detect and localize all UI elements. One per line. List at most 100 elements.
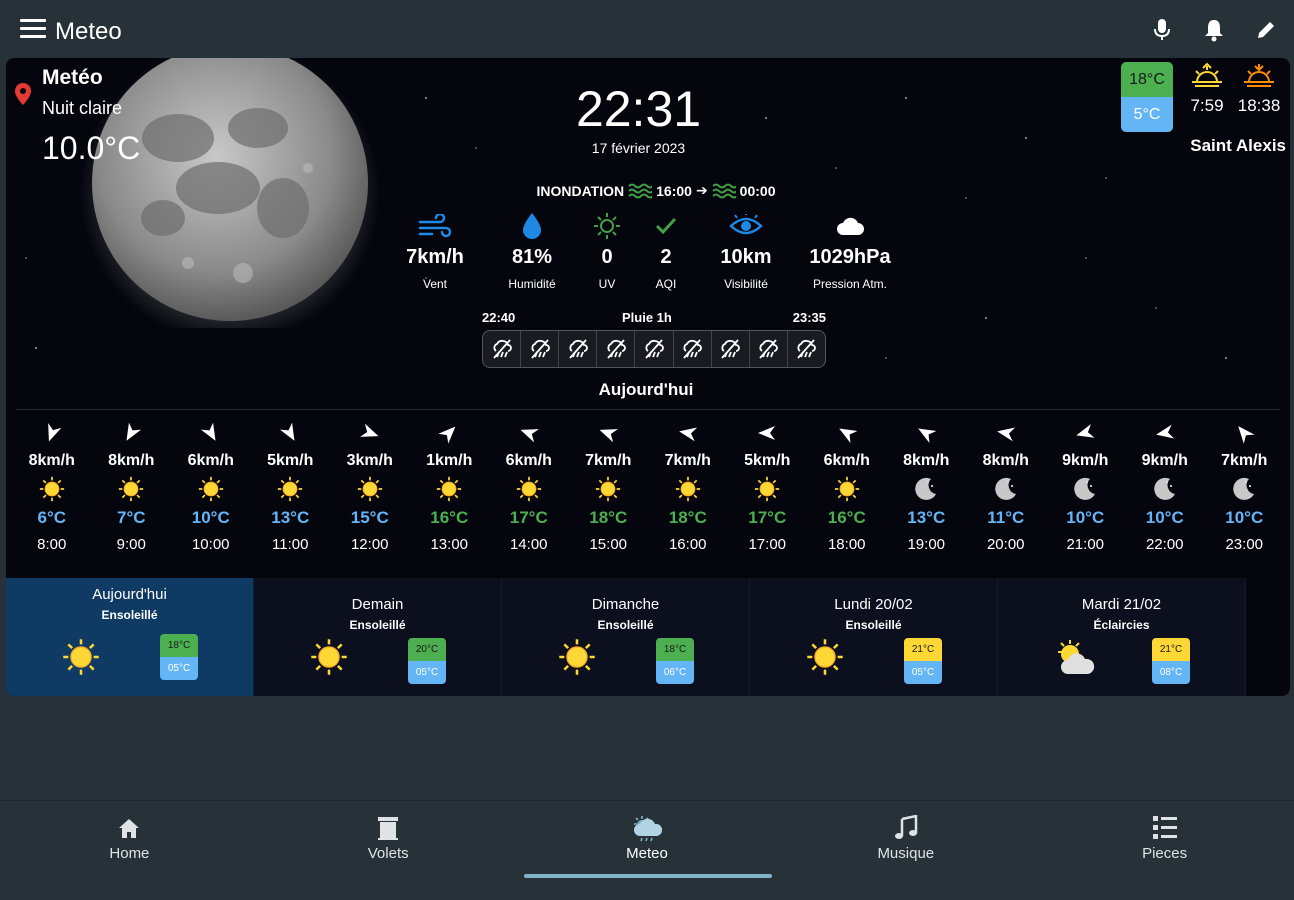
clock-date: 17 février 2023: [591, 140, 686, 156]
day-name: Mardi 21/02: [1081, 596, 1162, 613]
day-condition: Ensoleillé: [101, 608, 158, 622]
wind-direction-arrow-icon: [597, 418, 619, 448]
hourly-wind-speed: 8km/h: [903, 452, 950, 469]
sun-icon: [62, 638, 100, 681]
nav-label: Meteo: [626, 845, 668, 862]
hourly-wind-speed: 7km/h: [664, 452, 711, 469]
hourly-wind-speed: 9km/h: [1062, 452, 1109, 469]
flood-alert[interactable]: INONDATION 16:00 ➔ 00:00: [486, 182, 826, 199]
nav-label: Home: [109, 845, 150, 862]
hourly-wind-speed: 5km/h: [744, 452, 791, 469]
alert-end: 00:00: [739, 182, 776, 199]
nav-volets[interactable]: Volets: [259, 801, 518, 900]
hourly-time: 14:00: [509, 536, 548, 553]
daily-item[interactable]: Aujourd'hui Ensoleillé 18°C 05°C: [6, 578, 254, 696]
hourly-temperature: 10°C: [1066, 508, 1105, 527]
nav-label: Pieces: [1142, 845, 1188, 862]
hourly-item: 3km/h 15°C 12:00: [330, 418, 410, 574]
eye-icon: [729, 214, 763, 235]
day-low: 05°C: [904, 661, 942, 684]
current-metrics: 7km/h Vent 81% Humidité 0 UV 2 AQI 10km …: [390, 208, 910, 291]
hourly-temperature: 16°C: [430, 508, 469, 527]
sun-icon: [277, 472, 303, 506]
daily-item[interactable]: Mardi 21/02 Éclaircies 21°C 08°C: [998, 578, 1246, 696]
hourly-time: 22:00: [1145, 536, 1184, 553]
cloud-icon: [837, 217, 864, 235]
wind-direction-arrow-icon: [120, 418, 142, 448]
hourly-time: 9:00: [116, 536, 146, 553]
wind-direction-arrow-icon: [41, 418, 63, 448]
day-name: Aujourd'hui: [92, 586, 167, 603]
hourly-item: 7km/h 18°C 16:00: [648, 418, 728, 574]
daily-item[interactable]: Dimanche Ensoleillé 18°C 06°C: [502, 578, 750, 696]
hourly-temperature: 17°C: [748, 508, 787, 527]
day-name: Lundi 20/02: [834, 596, 913, 613]
day-high: 21°C: [1152, 638, 1190, 661]
wind-direction-arrow-icon: [756, 418, 778, 448]
no-rain-icon: [483, 331, 522, 367]
sun-icon: [754, 472, 780, 506]
flood-icon: [628, 183, 653, 198]
day-low: 05°C: [160, 657, 198, 680]
hourly-temperature: 6°C: [37, 508, 67, 527]
bell-icon[interactable]: [1200, 16, 1228, 44]
location-pin-icon: [15, 83, 31, 105]
alert-label: INONDATION: [536, 182, 625, 199]
daily-forecast: Aujourd'hui Ensoleillé 18°C 05°C Demain …: [6, 578, 1246, 696]
wind-direction-arrow-icon: [279, 418, 301, 448]
hourly-wind-speed: 8km/h: [108, 452, 155, 469]
hourly-item: 9km/h 10°C 21:00: [1046, 418, 1126, 574]
microphone-icon[interactable]: [1148, 16, 1176, 44]
pencil-icon[interactable]: [1252, 16, 1280, 44]
day-low: 08°C: [1152, 661, 1190, 684]
wind-direction-arrow-icon: [518, 418, 540, 448]
partly-cloudy-icon: [1054, 638, 1098, 683]
alert-start: 16:00: [656, 182, 692, 199]
hourly-item: 6km/h 16°C 18:00: [807, 418, 887, 574]
hourly-item: 6km/h 17°C 14:00: [489, 418, 569, 574]
hourly-temperature: 17°C: [509, 508, 548, 527]
sun-icon: [675, 472, 701, 506]
no-rain-icon: [674, 331, 712, 367]
list-icon: [1151, 813, 1179, 843]
nav-meteo[interactable]: Meteo: [518, 801, 777, 900]
metric-uv: 0 UV: [584, 208, 630, 291]
hourly-wind-speed: 1km/h: [426, 452, 473, 469]
today-low: 5°C: [1121, 97, 1173, 132]
rain-start-time: 22:40: [482, 310, 516, 325]
nav-musique[interactable]: Musique: [776, 801, 1035, 900]
nav-pieces[interactable]: Pieces: [1035, 801, 1294, 900]
current-condition: Nuit claire: [42, 98, 123, 118]
hourly-item: 7km/h 18°C 15:00: [569, 418, 649, 574]
hourly-time: 19:00: [907, 536, 946, 553]
day-name: Demain: [351, 596, 404, 613]
moon-icon: [1152, 472, 1178, 506]
top-actions: [1148, 16, 1280, 44]
daily-item[interactable]: Demain Ensoleillé 20°C 05°C: [254, 578, 502, 696]
no-rain-icon: [635, 331, 674, 367]
wind-direction-arrow-icon: [836, 418, 858, 448]
sun-icon: [558, 638, 596, 681]
app-bar: Meteo: [0, 0, 1294, 58]
hourly-forecast[interactable]: 8km/h 6°C 8:00 8km/h 7°C 9:00 6km/h 10°C…: [12, 418, 1284, 574]
moon-icon: [913, 472, 939, 506]
daily-item[interactable]: Lundi 20/02 Ensoleillé 21°C 05°C: [750, 578, 998, 696]
hourly-wind-speed: 7km/h: [1221, 452, 1268, 469]
metric-wind: 7km/h Vent: [390, 208, 480, 291]
hourly-wind-speed: 9km/h: [1141, 452, 1188, 469]
hourly-time: 16:00: [668, 536, 707, 553]
day-condition: Éclaircies: [1093, 618, 1150, 632]
hourly-time: 23:00: [1225, 536, 1264, 553]
hourly-time: 12:00: [350, 536, 389, 553]
hourly-time: 21:00: [1066, 536, 1105, 553]
hourly-temperature: 13°C: [271, 508, 310, 527]
sun-icon: [310, 638, 348, 681]
today-high: 18°C: [1121, 62, 1173, 97]
hourly-item: 8km/h 11°C 20:00: [966, 418, 1046, 574]
nav-home[interactable]: Home: [0, 801, 259, 900]
hourly-item: 8km/h 13°C 19:00: [887, 418, 967, 574]
rain-end-time: 23:35: [792, 310, 826, 325]
sun-icon: [357, 472, 383, 506]
menu-icon[interactable]: [20, 19, 46, 41]
hourly-wind-speed: 3km/h: [346, 452, 393, 469]
